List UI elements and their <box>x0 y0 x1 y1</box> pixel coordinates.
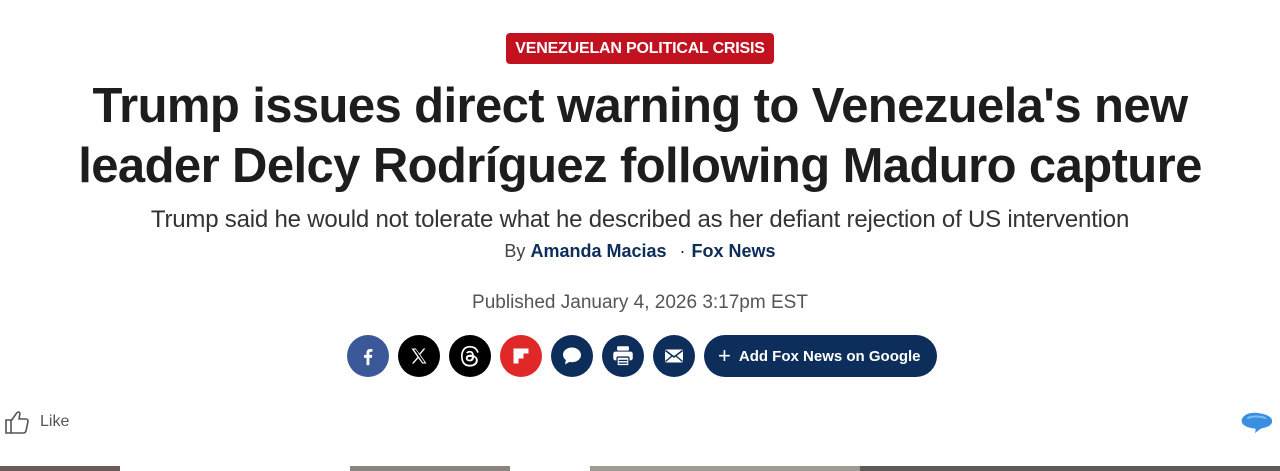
comments-button[interactable] <box>551 335 593 377</box>
category-eyebrow[interactable]: VENEZUELAN POLITICAL CRISIS <box>506 33 774 64</box>
published-date: Published January 4, 2026 3:17pm EST <box>472 292 808 313</box>
share-bar: + Add Fox News on Google <box>347 335 937 377</box>
facebook-icon <box>364 348 373 366</box>
next-section-edge <box>0 466 1280 471</box>
subheadline: Trump said he would not tolerate what he… <box>150 206 1130 233</box>
comment-icon <box>563 347 581 365</box>
email-icon <box>665 349 683 363</box>
plus-icon: + <box>718 343 731 368</box>
headline: Trump issues direct warning to Venezuela… <box>78 79 1202 193</box>
byline-prefix: By <box>504 241 526 261</box>
outlet-link[interactable]: Fox News <box>692 241 776 261</box>
chat-assistant-icon[interactable] <box>1238 409 1276 435</box>
byline-separator: · <box>679 241 686 261</box>
add-fox-news-on-google-button[interactable]: + Add Fox News on Google <box>704 335 937 377</box>
like-button[interactable]: Like <box>4 409 69 435</box>
print-button[interactable] <box>602 335 644 377</box>
threads-icon <box>461 345 479 367</box>
article-header: VENEZUELAN POLITICAL CRISIS Trump issues… <box>0 0 1280 471</box>
eyebrow-container: VENEZUELAN POLITICAL CRISIS <box>0 33 1280 64</box>
flipboard-share-button[interactable] <box>500 335 542 377</box>
facebook-share-button[interactable] <box>347 335 389 377</box>
thumbs-up-icon <box>5 411 29 434</box>
threads-share-button[interactable] <box>449 335 491 377</box>
author-link[interactable]: Amanda Macias <box>530 241 666 261</box>
byline: By Amanda Macias · Fox News <box>0 241 1280 262</box>
x-icon <box>411 348 427 364</box>
email-share-button[interactable] <box>653 335 695 377</box>
like-label: Like <box>40 413 70 430</box>
google-button-label: Add Fox News on Google <box>738 347 921 365</box>
flipboard-icon <box>513 348 529 364</box>
x-share-button[interactable] <box>398 335 440 377</box>
print-icon <box>613 346 633 367</box>
